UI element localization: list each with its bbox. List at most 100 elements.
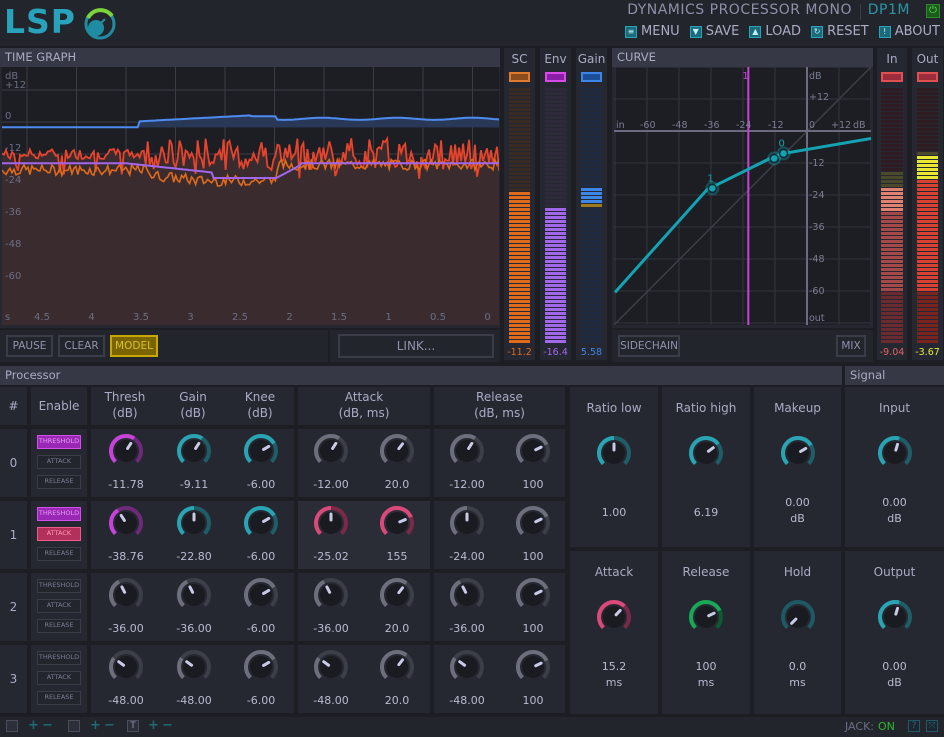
- thresh-knob[interactable]: [108, 577, 144, 613]
- gain-peak-indicator[interactable]: [581, 72, 602, 82]
- sidechain-button[interactable]: SIDECHAIN: [618, 335, 680, 357]
- zoom-out-icon[interactable]: −: [42, 718, 53, 733]
- rel-ms-knob[interactable]: [515, 649, 551, 685]
- gain-knob[interactable]: [176, 649, 212, 685]
- rel-db-knob[interactable]: [449, 649, 485, 685]
- font-down-icon[interactable]: −: [162, 718, 173, 733]
- reset-button[interactable]: ↻ RESET: [811, 24, 869, 39]
- release-enable-toggle[interactable]: RELEASE: [37, 547, 81, 561]
- meter-segment: [509, 292, 530, 295]
- attack-enable-toggle[interactable]: ATTACK: [37, 455, 81, 469]
- scale-down-icon[interactable]: −: [104, 718, 115, 733]
- mix-button[interactable]: MIX: [836, 335, 866, 357]
- layout-icon[interactable]: [68, 720, 80, 732]
- pause-button[interactable]: PAUSE: [6, 335, 53, 357]
- gain-knob[interactable]: [176, 505, 212, 541]
- power-icon[interactable]: ⏻: [926, 4, 940, 18]
- attack-enable-toggle[interactable]: ATTACK: [37, 599, 81, 613]
- meter-segment: [545, 160, 566, 163]
- attack-enable-toggle[interactable]: ATTACK: [37, 527, 81, 541]
- font-icon[interactable]: T: [127, 720, 139, 732]
- rel-ms-knob[interactable]: [515, 433, 551, 469]
- rel-db-knob[interactable]: [449, 433, 485, 469]
- rel-db-knob[interactable]: [449, 577, 485, 613]
- thresh-knob[interactable]: [108, 505, 144, 541]
- rel-ms-knob[interactable]: [515, 505, 551, 541]
- menu-button[interactable]: ≡ MENU: [625, 24, 680, 39]
- att-db-knob[interactable]: [313, 433, 349, 469]
- threshold-enable-toggle[interactable]: THRESHOLD: [37, 651, 81, 665]
- load-button[interactable]: ▲ LOAD: [749, 24, 801, 39]
- meter-segment: [545, 100, 566, 103]
- input-gain-knob[interactable]: [877, 435, 913, 471]
- model-button[interactable]: MODEL: [110, 335, 158, 357]
- save-button[interactable]: ▼ SAVE: [689, 24, 739, 39]
- meter-segment: [545, 140, 566, 143]
- att-db-knob[interactable]: [313, 649, 349, 685]
- att-ms-knob[interactable]: [379, 577, 415, 613]
- meter-segment: [917, 208, 938, 211]
- clear-button[interactable]: CLEAR: [58, 335, 105, 357]
- meter-segment: [917, 120, 938, 123]
- scale-up-icon[interactable]: +: [90, 718, 101, 733]
- attack-enable-toggle[interactable]: ATTACK: [37, 671, 81, 685]
- output-gain-knob[interactable]: [877, 599, 913, 635]
- sc-peak-indicator[interactable]: [509, 72, 530, 82]
- thresh-knob[interactable]: [108, 649, 144, 685]
- zoom-in-icon[interactable]: +: [28, 718, 39, 733]
- ratio-low-knob[interactable]: [596, 435, 632, 471]
- att-ms-knob[interactable]: [379, 433, 415, 469]
- in-peak-indicator[interactable]: [881, 72, 903, 82]
- meter-segment: [581, 212, 602, 215]
- attack-time-knob[interactable]: [596, 599, 632, 635]
- lsp-logo[interactable]: LSP: [4, 2, 116, 42]
- resize-icon[interactable]: ⤧: [926, 720, 938, 732]
- curve-panel: CURVE 1 1 0 in -60 -48 -36 -24 -12 0 +12 dB dB +12 -12…: [612, 48, 873, 328]
- knee-knob[interactable]: [243, 433, 279, 469]
- hold-time-knob[interactable]: [780, 599, 816, 635]
- meter-segment: [581, 276, 602, 279]
- release-time-knob[interactable]: [688, 599, 724, 635]
- release-enable-toggle[interactable]: RELEASE: [37, 691, 81, 705]
- gain-meter-value: 5.58: [580, 347, 603, 358]
- knee-knob[interactable]: [243, 649, 279, 685]
- font-up-icon[interactable]: +: [148, 718, 159, 733]
- header-release-unit: (dB, ms): [474, 406, 525, 420]
- thresh-knob[interactable]: [108, 433, 144, 469]
- att-db-knob[interactable]: [313, 577, 349, 613]
- ratio-high-knob[interactable]: [688, 435, 724, 471]
- time-graph-plot[interactable]: dB+120-12-24-36-48-60s 4.5 4 3.5 3 2.5 2 1.5 1 0.…: [2, 67, 499, 325]
- knee-knob[interactable]: [243, 505, 279, 541]
- row-number[interactable]: 2: [0, 573, 27, 641]
- env-peak-indicator[interactable]: [545, 72, 566, 82]
- gain-knob[interactable]: [176, 433, 212, 469]
- window-layout-icon[interactable]: [6, 720, 18, 732]
- att-ms-knob[interactable]: [379, 649, 415, 685]
- knee-knob[interactable]: [243, 577, 279, 613]
- att-db-knob[interactable]: [313, 505, 349, 541]
- about-button[interactable]: ! ABOUT: [878, 24, 940, 39]
- curve-plot[interactable]: 110in -60 -48 -36 -24 -12 0 +12 dBdB+12-12-24-36…: [614, 67, 871, 325]
- jack-status[interactable]: ON: [878, 720, 895, 733]
- meter-segment: [509, 152, 530, 155]
- row-number[interactable]: 1: [0, 501, 27, 569]
- gain-knob[interactable]: [176, 577, 212, 613]
- release-enable-toggle[interactable]: RELEASE: [37, 475, 81, 489]
- threshold-enable-toggle[interactable]: THRESHOLD: [37, 507, 81, 521]
- meter-segment: [509, 328, 530, 331]
- threshold-enable-toggle[interactable]: THRESHOLD: [37, 435, 81, 449]
- meter-segment: [509, 320, 530, 323]
- row-number[interactable]: 3: [0, 645, 27, 713]
- rel-db-knob[interactable]: [449, 505, 485, 541]
- link-button[interactable]: LINK...: [338, 334, 494, 358]
- release-enable-toggle[interactable]: RELEASE: [37, 619, 81, 633]
- out-peak-indicator[interactable]: [917, 72, 938, 82]
- att-ms-knob[interactable]: [379, 505, 415, 541]
- curve-point[interactable]: [778, 148, 789, 159]
- rel-ms-knob[interactable]: [515, 577, 551, 613]
- row-number[interactable]: 0: [0, 429, 27, 497]
- curve-point[interactable]: [707, 183, 718, 194]
- help-icon[interactable]: ?: [908, 720, 920, 732]
- makeup-knob[interactable]: [780, 435, 816, 471]
- threshold-enable-toggle[interactable]: THRESHOLD: [37, 579, 81, 593]
